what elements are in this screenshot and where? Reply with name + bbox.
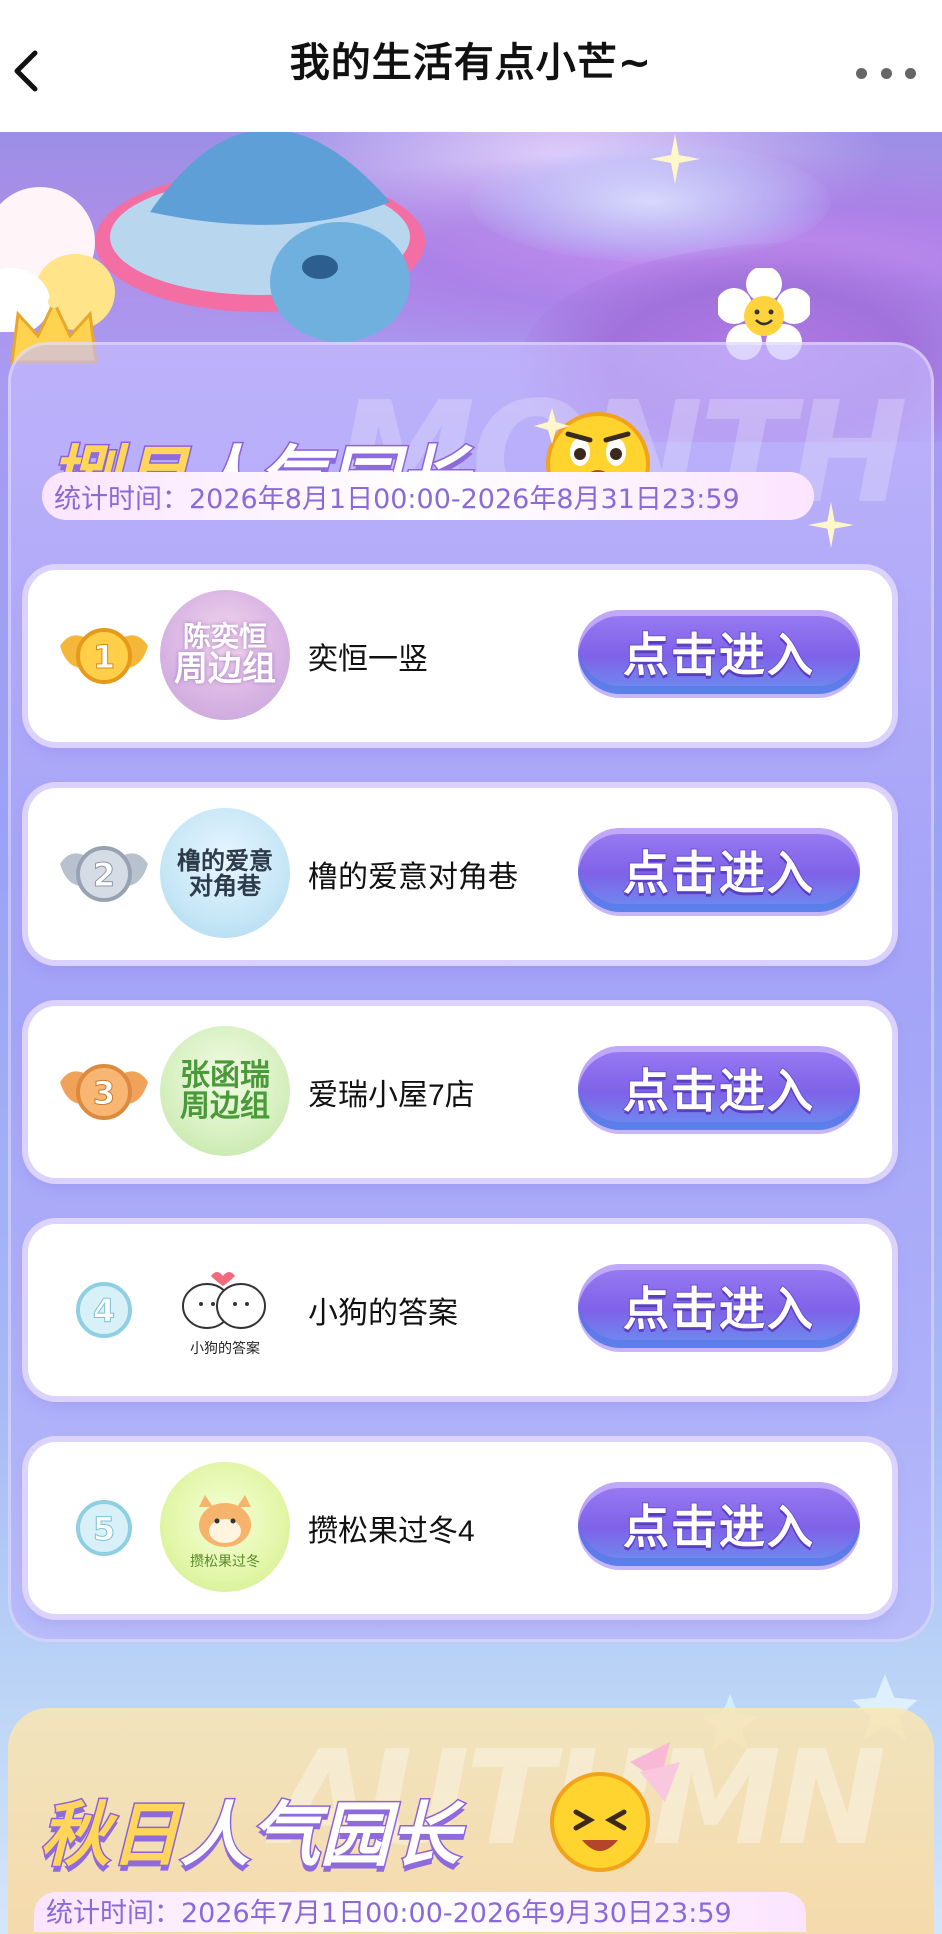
sparkle-icon — [650, 134, 700, 184]
enter-button[interactable]: 点击进入 — [578, 1046, 860, 1130]
autumn-title: 秋日 人气园长 — [39, 1793, 462, 1878]
svg-text:2: 2 — [93, 856, 115, 894]
autumn-date-range: 统计时间：2026年7月1日00:00-2026年9月30日23:59 — [34, 1892, 806, 1932]
store-name: 奕恒一竖 — [308, 643, 428, 676]
page-title: 我的生活有点小芒~ — [289, 40, 653, 86]
avatar[interactable]: 陈奕恒 周边组 — [160, 590, 290, 720]
monthly-date-range: 统计时间：2026年8月1日00:00-2026年8月31日23:59 — [42, 472, 814, 520]
enter-button[interactable]: 点击进入 — [578, 1264, 860, 1348]
svg-text:4: 4 — [93, 1292, 115, 1330]
svg-text:1: 1 — [93, 638, 115, 676]
enter-button[interactable]: 点击进入 — [578, 610, 860, 694]
svg-text:5: 5 — [93, 1510, 115, 1548]
page-content: MONTH 捌月 人气园长 统计时间：2026年8月1日00:00-2026年8… — [0, 132, 942, 1934]
rank-card-1: 1 陈奕恒 周边组 奕恒一竖 点击进入 — [28, 570, 892, 742]
rank-badge-icon: 4 — [76, 1282, 132, 1338]
enter-button[interactable]: 点击进入 — [578, 828, 860, 912]
silver-medal-icon: 2 — [60, 846, 148, 902]
rank-card-3: 3 张函瑞 周边组 爱瑞小屋7店 点击进入 — [28, 1006, 892, 1178]
store-name: 橹的爱意对角巷 — [308, 861, 518, 894]
autumn-ranking-section: AUTUMN 秋日 人气园长 统计时间：2026年7月1日00:00-2026年… — [0, 1672, 942, 1934]
more-button[interactable] — [856, 58, 916, 88]
monthly-ranking-panel: MONTH 捌月 人气园长 统计时间：2026年8月1日00:00-2026年8… — [8, 342, 934, 1642]
rank-badge-icon: 5 — [76, 1500, 132, 1556]
rank-card-5: 5 攒松果过冬 攒松果过冬4 点击进入 — [28, 1442, 892, 1614]
back-button[interactable] — [6, 46, 46, 96]
gold-medal-icon: 1 — [60, 628, 148, 684]
store-name: 攒松果过冬4 — [308, 1515, 475, 1548]
puppy-cat-icon — [182, 1271, 266, 1329]
more-dots-icon — [856, 67, 867, 79]
rank-card-4: 4 小狗的答案 小狗的答案 点击进入 — [28, 1224, 892, 1396]
laughing-emoji-icon — [550, 1742, 680, 1872]
bronze-medal-icon: 3 — [60, 1064, 148, 1120]
squirrel-icon — [199, 1494, 251, 1547]
avatar[interactable]: 张函瑞 周边组 — [160, 1026, 290, 1156]
store-name: 爱瑞小屋7店 — [308, 1079, 475, 1112]
sparkle-icon — [808, 502, 854, 548]
enter-button[interactable]: 点击进入 — [578, 1482, 860, 1566]
navbar: 我的生活有点小芒~ — [0, 0, 942, 132]
hero-banner — [0, 132, 942, 442]
avatar[interactable]: 小狗的答案 — [160, 1244, 290, 1374]
svg-text:3: 3 — [93, 1074, 115, 1112]
mascot-hat-icon — [95, 132, 425, 342]
store-name: 小狗的答案 — [308, 1297, 458, 1330]
avatar[interactable]: 攒松果过冬 — [160, 1462, 290, 1592]
avatar[interactable]: 橹的爱意 对角巷 — [160, 808, 290, 938]
chevron-left-icon — [14, 50, 38, 92]
rank-card-2: 2 橹的爱意 对角巷 橹的爱意对角巷 点击进入 — [28, 788, 892, 960]
